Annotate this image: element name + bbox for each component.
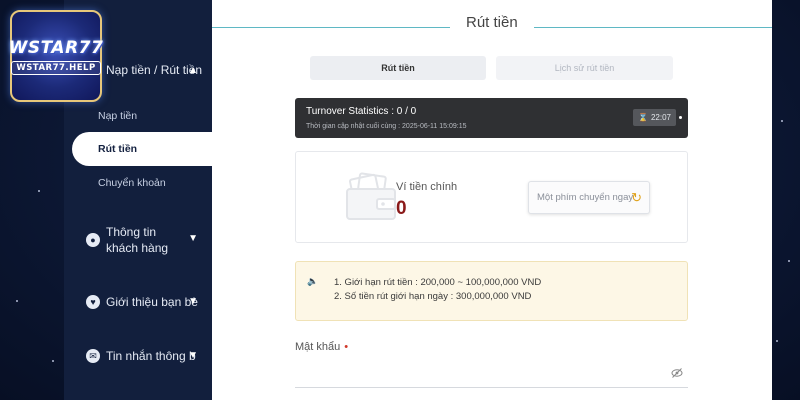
wallet-balance: 0 (396, 198, 407, 219)
timer-value: 22:07 (650, 113, 671, 122)
background-star (781, 120, 783, 122)
refresh-timer-button[interactable]: ⌛ 22:07 (633, 109, 676, 126)
password-label-text: Mật khẩu (295, 341, 341, 353)
notice-line: 2. Số tiền rút giới hạn ngày : 300,000,0… (334, 291, 532, 302)
user-icon: ● (86, 233, 100, 247)
logo-sub-text: WSTAR77.HELP (11, 60, 101, 75)
mail-icon: ✉ (86, 349, 100, 363)
chevron-down-icon: ▼ (188, 296, 198, 307)
background-star (776, 340, 778, 342)
main-wallet-card: Ví tiền chính 0 Một phím chuyển ngay ↻ (295, 151, 688, 243)
turnover-title: Turnover Statistics : 0 / 0 (306, 106, 417, 117)
background-star (38, 190, 40, 192)
brand-logo[interactable]: WSTAR77 WSTAR77.HELP (8, 10, 104, 102)
required-mark: • (344, 341, 349, 353)
sidebar-section-label: Tin nhắn thông báo (106, 349, 196, 363)
speaker-icon: 🔈 (307, 276, 319, 286)
password-input[interactable] (295, 362, 665, 384)
logo-main-text: WSTAR77 (8, 37, 104, 58)
turnover-statistics-bar: Turnover Statistics : 0 / 0 Thời gian cậ… (295, 98, 688, 138)
withdraw-panel: Rút tiền Rút tiền Lịch sử rút tiền Turno… (212, 0, 772, 400)
refresh-icon: ↻ (631, 190, 642, 205)
withdraw-limits-notice: 🔈 1. Giới hạn rút tiền : 200,000 ~ 100,0… (295, 261, 688, 321)
eye-off-icon[interactable] (671, 367, 683, 379)
tab-withdraw-history[interactable]: Lịch sử rút tiền (496, 56, 673, 80)
tab-withdraw[interactable]: Rút tiền (310, 56, 486, 80)
notice-line: 1. Giới hạn rút tiền : 200,000 ~ 100,000… (334, 277, 542, 288)
background-star (52, 360, 54, 362)
notice-list: 1. Giới hạn rút tiền : 200,000 ~ 100,000… (334, 276, 541, 304)
background-star (16, 300, 18, 302)
sidebar-section-label: Thông tin khách hàng (106, 225, 169, 255)
sidebar-section-label: Giới thiệu bạn bè (106, 295, 198, 309)
sidebar-section-referral[interactable]: ♥ Giới thiệu bạn bè ▼ (64, 294, 212, 312)
wallet-label: Ví tiền chính (396, 181, 458, 193)
sidebar-section-messages[interactable]: ✉ Tin nhắn thông báo ▼ (64, 348, 212, 366)
sidebar-item-withdraw[interactable]: Rút tiền (72, 132, 212, 166)
sidebar-item-transfer[interactable]: Chuyển khoản (98, 177, 166, 189)
background-star (788, 260, 790, 262)
quick-transfer-button[interactable]: Một phím chuyển ngay ↻ (528, 181, 650, 214)
password-label: Mật khẩu • (295, 341, 348, 353)
hourglass-icon: ⌛ (638, 113, 648, 122)
heart-icon: ♥ (86, 295, 100, 309)
page-title: Rút tiền (450, 14, 534, 31)
turnover-updated-time: Thời gian cập nhật cuối cùng : 2025-06-1… (306, 123, 467, 130)
sidebar-item-deposit[interactable]: Nạp tiền (98, 110, 137, 122)
wallet-icon (346, 172, 396, 220)
password-underline (295, 387, 688, 388)
chevron-down-icon: ▼ (188, 350, 198, 361)
chevron-down-icon: ▼ (188, 233, 198, 244)
dot-marker (679, 116, 682, 119)
sidebar-item-label: Rút tiền (98, 143, 138, 155)
chevron-up-icon: ▲ (188, 64, 198, 76)
quick-transfer-label: Một phím chuyển ngay (537, 192, 634, 203)
sidebar-section-customer-info[interactable]: ● Thông tin khách hàng ▼ (64, 224, 212, 258)
